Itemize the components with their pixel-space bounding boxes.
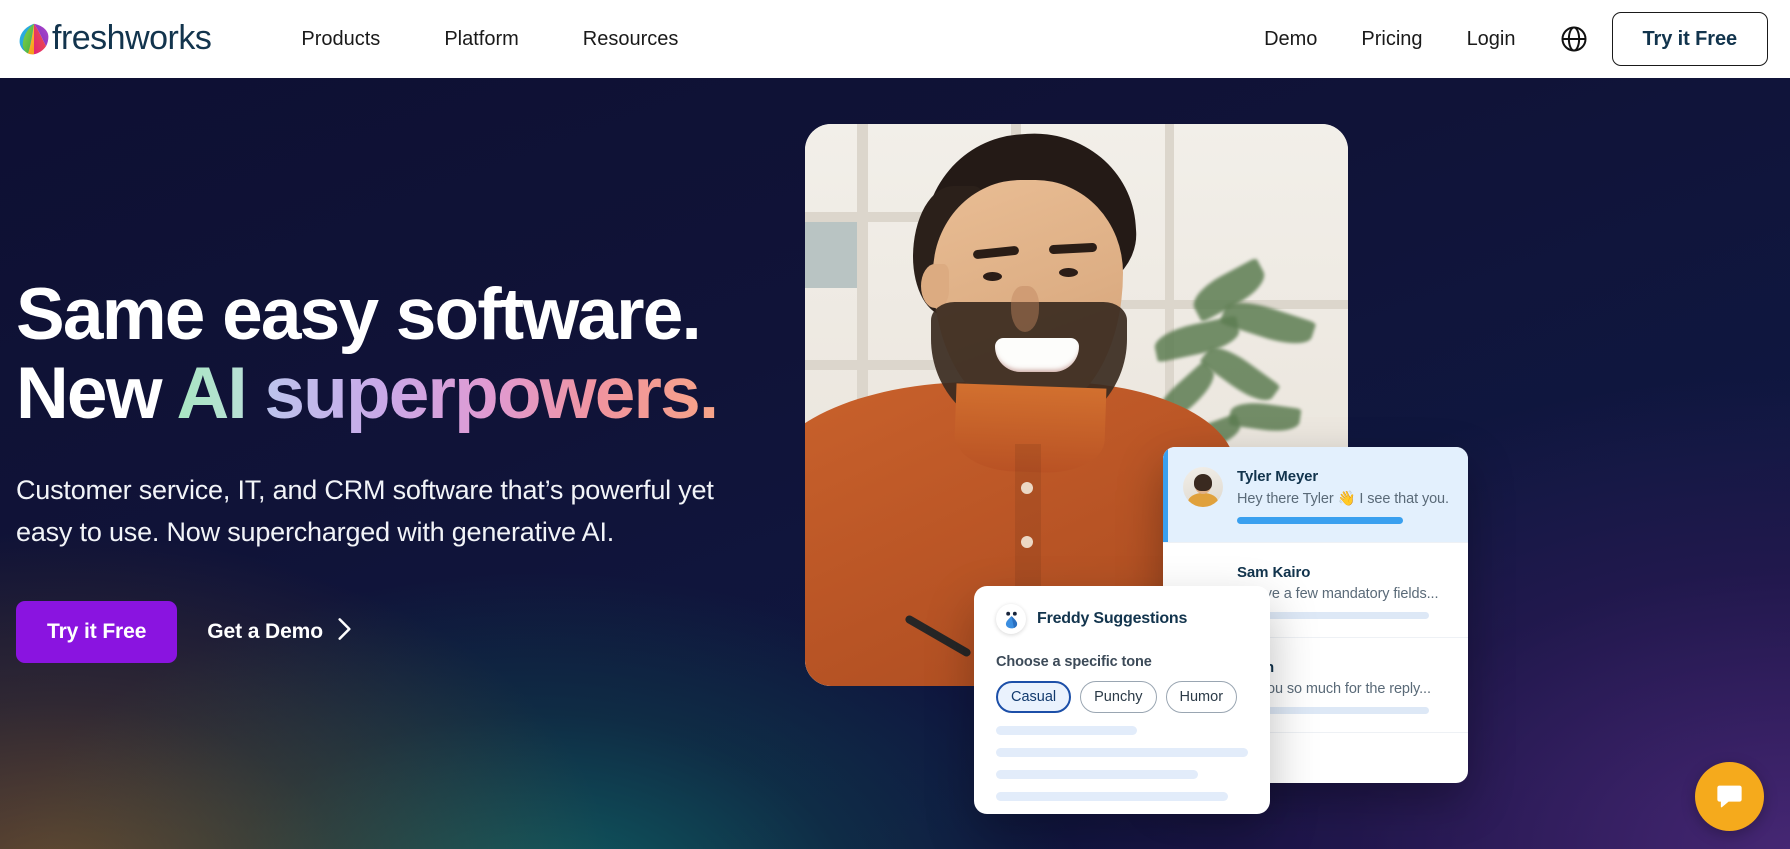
top-navbar: freshworks Products Platform Resources D… [0, 0, 1790, 78]
headline-new: New [16, 352, 177, 434]
get-a-demo-label: Get a Demo [207, 620, 323, 644]
chat-item-progress-bar [1237, 517, 1404, 524]
photo-ear [921, 264, 949, 308]
photo-eye [983, 272, 1002, 281]
tone-selector: Casual Punchy Humor [996, 681, 1248, 714]
freddy-suggestions-panel: Freddy Suggestions Choose a specific ton… [974, 586, 1270, 814]
brand-logo-link[interactable]: freshworks [18, 19, 212, 57]
photo-shirt-button [1021, 536, 1033, 548]
page-root: freshworks Products Platform Resources D… [0, 0, 1790, 849]
skeleton-line [996, 726, 1138, 736]
photo-eye [1059, 268, 1078, 277]
freddy-header: Freddy Suggestions [996, 604, 1248, 634]
chat-item-message: Hey there Tyler 👋 I see that you... [1237, 491, 1450, 507]
chat-item-name: Sam Kairo [1237, 564, 1311, 581]
brand-name: freshworks [52, 19, 212, 57]
chat-item-text: Tyler Meyer Hey there Tyler 👋 I see that… [1237, 467, 1450, 524]
freddy-bot-icon [996, 604, 1026, 634]
hero-try-it-free-button[interactable]: Try it Free [16, 601, 178, 664]
nav-item-platform[interactable]: Platform [412, 29, 550, 49]
primary-nav: Products Platform Resources [269, 29, 710, 49]
tone-selector-label: Choose a specific tone [996, 654, 1152, 670]
freddy-panel-title: Freddy Suggestions [1037, 610, 1188, 627]
headline-ai: AI [176, 352, 247, 434]
photo-nose [1011, 286, 1039, 332]
skeleton-line [996, 792, 1228, 802]
chat-item-name: Tyler Meyer [1237, 468, 1319, 485]
subheading-line-1: Customer service, IT, and CRM software t… [16, 474, 714, 505]
nav-item-resources[interactable]: Resources [551, 29, 711, 49]
tone-pill-humor[interactable]: Humor [1165, 681, 1238, 714]
hero-subheading: Customer service, IT, and CRM software t… [16, 470, 816, 554]
globe-icon[interactable] [1552, 17, 1596, 61]
nav-item-pricing[interactable]: Pricing [1339, 29, 1444, 49]
hero-get-a-demo-link[interactable]: Get a Demo [207, 617, 352, 647]
headline-line-1: Same easy software. [16, 274, 702, 355]
chat-bubble-icon[interactable] [1695, 762, 1764, 831]
freshworks-leaf-logo-icon [18, 22, 50, 56]
tone-pill-casual[interactable]: Casual [996, 681, 1072, 714]
headline-superpowers: superpowers. [264, 352, 719, 434]
photo-smile [995, 338, 1079, 372]
avatar [1183, 467, 1223, 507]
hero-section: Same easy software. New AI superpowers. … [0, 78, 1790, 849]
tone-pill-punchy[interactable]: Punchy [1080, 681, 1157, 714]
subheading-line-2: easy to use. Now supercharged with gener… [16, 516, 615, 547]
hero-cta-row: Try it Free Get a Demo [16, 601, 896, 664]
hero-copy: Same easy software. New AI superpowers. … [16, 274, 896, 664]
secondary-nav: Demo Pricing Login Try it Free [1242, 12, 1768, 66]
chat-list-item-tyler-meyer[interactable]: Tyler Meyer Hey there Tyler 👋 I see that… [1163, 447, 1468, 543]
chevron-right-icon [337, 617, 352, 647]
nav-item-demo[interactable]: Demo [1242, 29, 1339, 49]
photo-shirt-button [1021, 482, 1033, 494]
navbar-try-it-free-button[interactable]: Try it Free [1611, 12, 1768, 66]
nav-item-products[interactable]: Products [269, 29, 412, 49]
nav-item-login[interactable]: Login [1445, 29, 1538, 49]
headline-space [246, 353, 264, 434]
skeleton-line [996, 770, 1198, 780]
headline-line-2: New AI superpowers. [16, 352, 896, 434]
page-title: Same easy software. New AI superpowers. [16, 274, 896, 434]
skeleton-line [996, 748, 1248, 758]
